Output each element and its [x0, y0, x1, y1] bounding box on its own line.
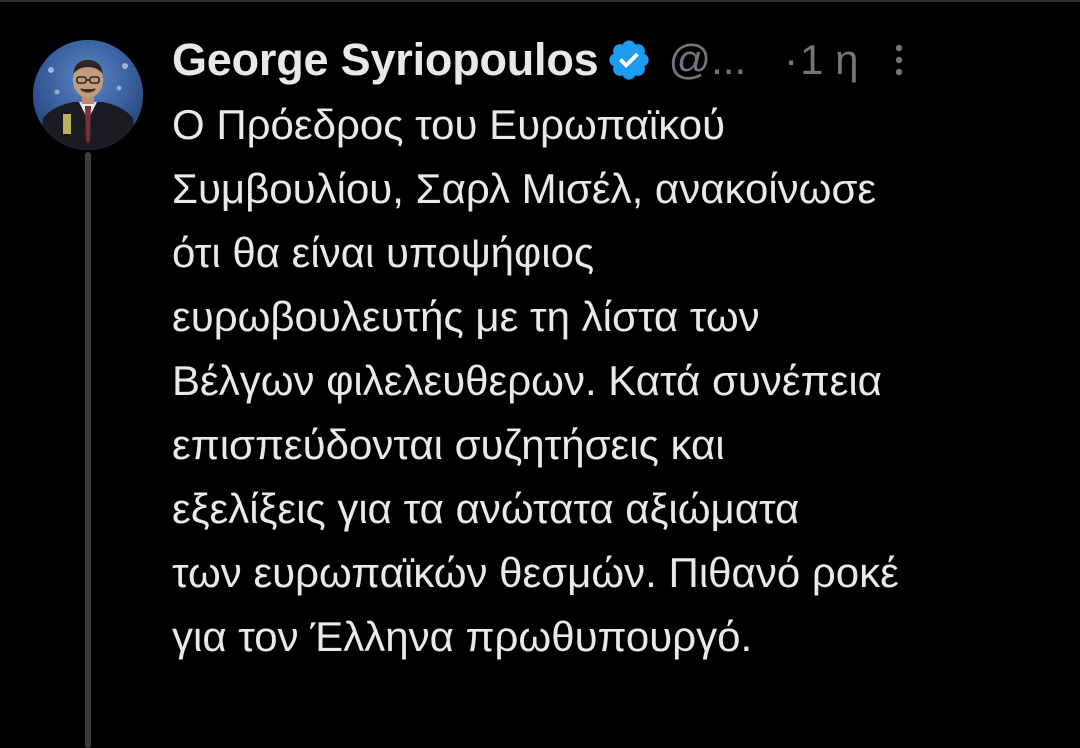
time-separator: · — [784, 36, 799, 83]
tweet-header: George Syriopoulos @... · 1 η — [172, 30, 1052, 90]
tweet-timestamp[interactable]: 1 η — [800, 36, 858, 84]
verified-badge-icon — [606, 37, 652, 83]
vertical-ellipsis-icon[interactable] — [889, 40, 909, 80]
avatar[interactable] — [33, 40, 143, 150]
thread-connector-line — [85, 152, 91, 748]
tweet-text: Ο Πρόεδρος του Ευρωπαϊκού Συμβουλίου, Σα… — [172, 101, 899, 660]
author-display-name[interactable]: George Syriopoulos — [172, 34, 599, 86]
author-handle[interactable]: @... — [668, 36, 746, 84]
user-photo-avatar-icon — [33, 40, 143, 150]
top-divider — [0, 0, 1080, 2]
